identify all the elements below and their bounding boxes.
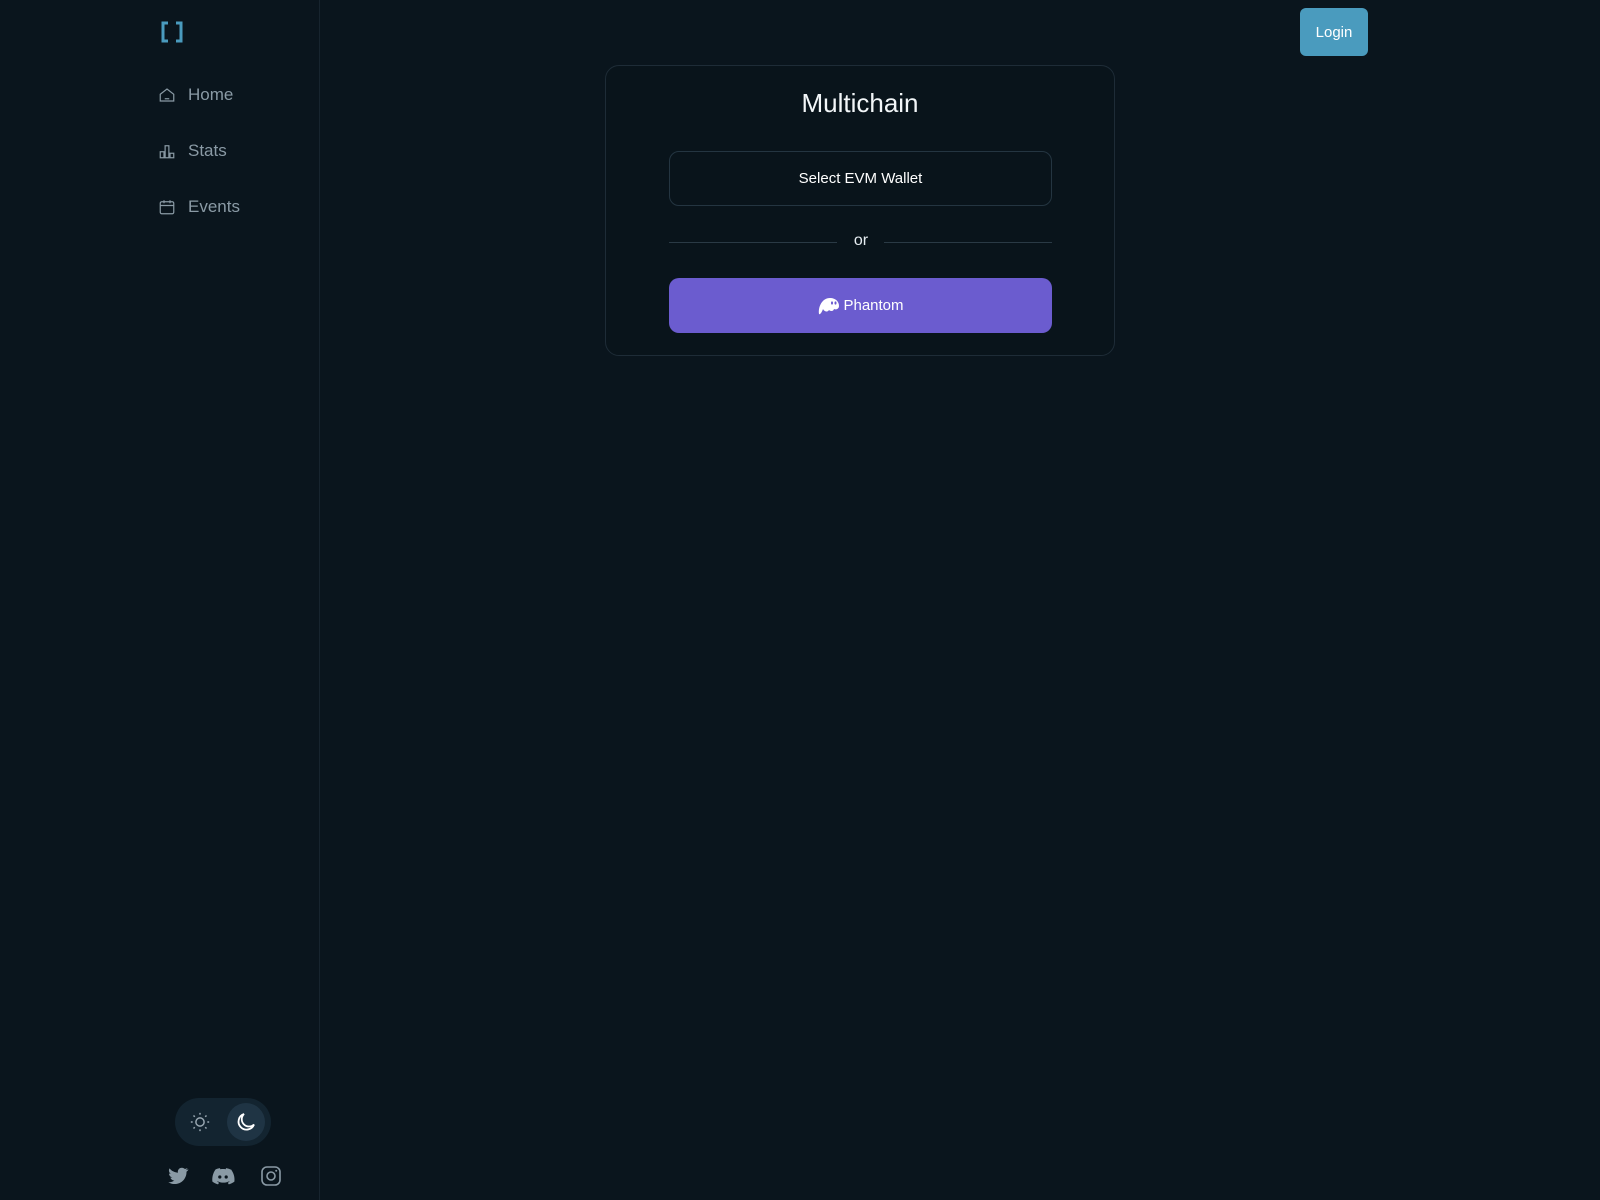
home-icon [159, 88, 175, 102]
sidebar-item-stats[interactable]: Stats [158, 139, 227, 163]
login-button[interactable]: Login [1300, 8, 1368, 56]
card-title: Multichain [801, 88, 919, 118]
dark-theme-button[interactable] [227, 1103, 265, 1141]
discord-icon[interactable] [211, 1164, 235, 1188]
twitter-icon[interactable] [166, 1164, 190, 1188]
moon-icon [237, 1113, 255, 1131]
divider-text: or [853, 232, 869, 249]
sidebar-item-label: Events [188, 197, 240, 216]
calendar-icon [159, 200, 175, 215]
instagram-icon[interactable] [259, 1164, 283, 1188]
light-theme-button[interactable] [181, 1103, 219, 1141]
phantom-ghost-icon [819, 297, 840, 314]
sidebar-item-label: Home [188, 85, 234, 104]
phantom-button-label: Phantom [843, 297, 904, 314]
sun-icon [190, 1112, 210, 1132]
stats-icon [159, 145, 175, 159]
sidebar-item-label: Stats [188, 141, 227, 160]
select-evm-wallet-button[interactable]: Select EVM Wallet [669, 151, 1052, 206]
bracket-logo-icon[interactable] [160, 20, 184, 44]
divider-line-left [669, 242, 837, 243]
sidebar-item-events[interactable]: Events [158, 195, 240, 219]
phantom-button[interactable]: Phantom [669, 278, 1052, 333]
divider-line-right [884, 242, 1052, 243]
sidebar: Home Stats Events [0, 0, 320, 1200]
sidebar-item-home[interactable]: Home [158, 83, 233, 107]
theme-toggle[interactable] [175, 1098, 271, 1146]
wallet-card: Multichain Select EVM Wallet or Phantom [605, 65, 1115, 356]
